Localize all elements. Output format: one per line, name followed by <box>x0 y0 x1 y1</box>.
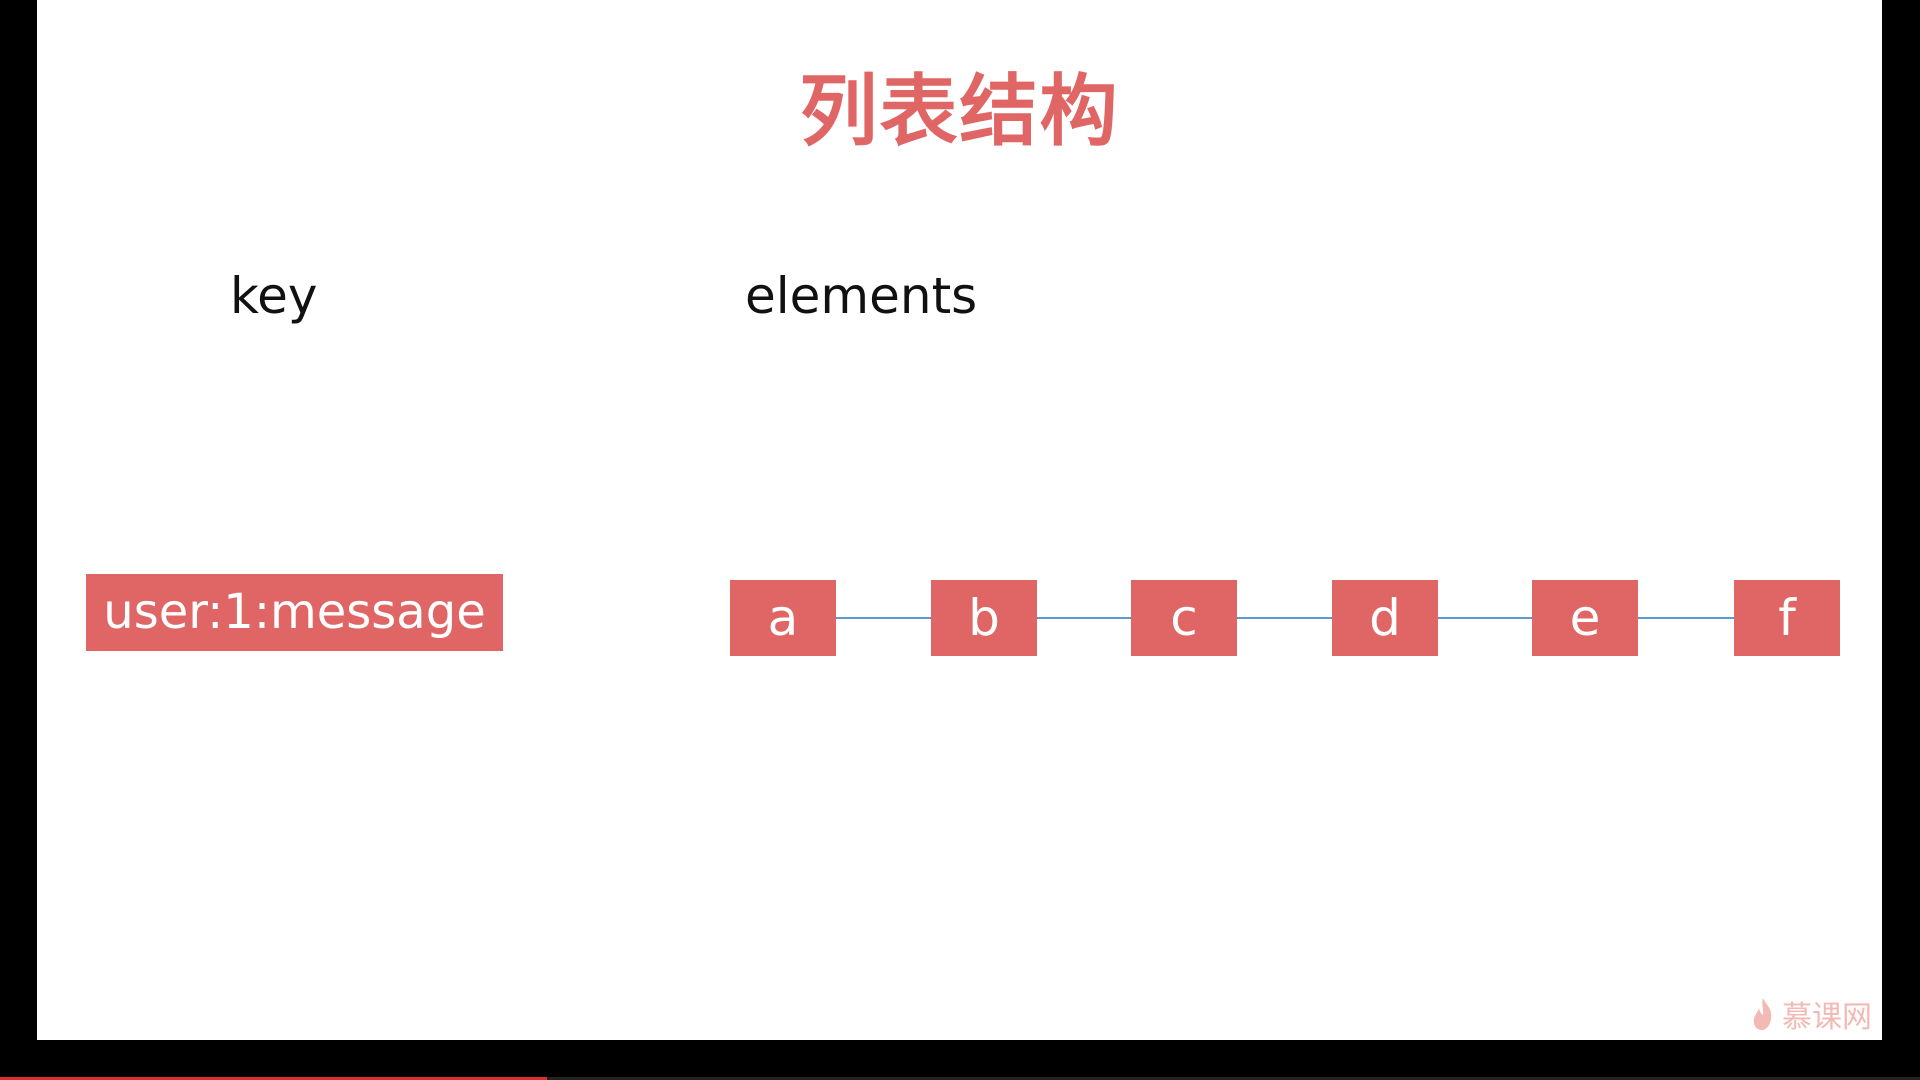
list-element-e: e <box>1532 580 1638 656</box>
elements-heading: elements <box>745 267 978 325</box>
list-element-d: d <box>1332 580 1438 656</box>
video-frame: 列表结构 key elements user:1:message a b c d… <box>0 0 1920 1080</box>
slide-title: 列表结构 <box>799 67 1120 157</box>
key-box: user:1:message <box>86 574 503 651</box>
list-element-b: b <box>931 580 1037 656</box>
watermark-text: 慕课网 <box>1782 1000 1872 1035</box>
list-element-a: a <box>730 580 836 656</box>
watermark: 慕课网 <box>1750 994 1872 1035</box>
list-element-c: c <box>1131 580 1237 656</box>
flame-icon <box>1753 998 1772 1030</box>
slide: 列表结构 key elements user:1:message a b c d… <box>37 0 1882 1040</box>
key-heading: key <box>230 267 318 325</box>
list-element-f: f <box>1734 580 1840 656</box>
